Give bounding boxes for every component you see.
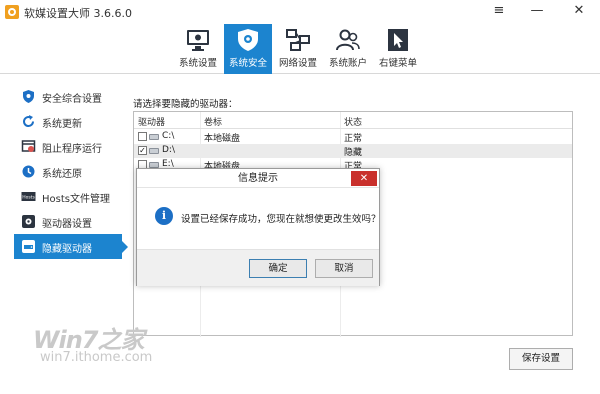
sidebar-item-drive-settings[interactable]: 驱动器设置 [14,209,122,234]
table-row[interactable]: ✓ D:\ 隐藏 [134,144,572,158]
drive-settings-icon [22,215,35,228]
table-header: 驱动器 卷标 状态 [134,112,572,129]
menu-button[interactable]: ≡ [488,2,510,20]
sidebar-item-system-restore[interactable]: 系统还原 [14,159,122,184]
drive-letter: C:\ [162,131,175,141]
sidebar-item-block-program[interactable]: 阻止程序运行 [14,134,122,159]
save-settings-button[interactable]: 保存设置 [509,348,573,370]
tab-context-menu[interactable]: 右键菜单 [374,24,422,74]
table-row[interactable]: C:\ 本地磁盘 正常 [134,130,572,144]
block-program-icon [21,140,36,152]
monitor-gear-icon [187,30,209,51]
app-logo-icon [5,5,19,19]
tab-system-settings[interactable]: 系统设置 [174,24,222,74]
dialog-close-button[interactable]: ✕ [351,171,377,186]
hosts-icon: Hosts [21,192,36,201]
sidebar: 安全综合设置 系统更新 阻止程序运行 系统还原 Hosts Hosts文件管理 … [14,84,128,259]
drive-letter: D:\ [162,145,175,155]
drive-prompt: 请选择要隐藏的驱动器： [133,99,238,110]
hide-drive-icon [22,240,35,253]
tab-system-accounts[interactable]: 系统账户 [324,24,372,74]
cancel-button[interactable]: 取消 [315,259,373,278]
drive-checkbox[interactable]: ✓ [138,146,147,155]
sidebar-item-label: 系统还原 [42,169,82,180]
restore-icon [22,165,35,178]
refresh-icon [23,115,35,128]
drive-status: 隐藏 [344,148,363,158]
sidebar-item-label: 阻止程序运行 [42,144,102,155]
main-toolbar: 系统设置 系统安全 网络设置 系统账户 右键菜单 [0,24,600,74]
info-dialog: 信息提示 ✕ i 设置已经保存成功，您现在就想使更改生效吗？ 确定 取消 [136,168,381,286]
sidebar-item-hosts[interactable]: Hosts Hosts文件管理 [14,184,122,209]
sidebar-item-security-overview[interactable]: 安全综合设置 [14,84,122,109]
tab-label: 系统账户 [328,58,367,69]
sidebar-item-label: 驱动器设置 [42,219,92,230]
cursor-menu-icon [388,29,408,51]
dialog-footer: 确定 取消 [137,249,379,286]
sidebar-item-system-update[interactable]: 系统更新 [14,109,122,134]
sidebar-item-hide-drive[interactable]: 隐藏驱动器 [14,234,128,259]
confirm-button[interactable]: 确定 [249,259,307,278]
tab-network-settings[interactable]: 网络设置 [274,24,322,74]
column-header-drive[interactable]: 驱动器 [138,115,165,128]
drive-status: 正常 [344,134,363,144]
volume-label: 本地磁盘 [204,134,241,144]
minimize-button[interactable]: — [526,2,548,20]
hard-drive-icon [149,134,159,140]
tab-label: 系统安全 [228,58,267,69]
drive-checkbox[interactable] [138,132,147,141]
svg-text:Hosts: Hosts [22,195,35,201]
close-window-button[interactable]: ✕ [568,2,590,20]
users-icon [336,29,360,51]
shield-gear-icon [238,29,258,51]
hard-drive-icon [149,148,159,154]
sidebar-item-label: 安全综合设置 [42,94,102,105]
shield-icon [23,90,34,103]
title-bar: 软媒设置大师 3.6.6.0 ≡ — ✕ [0,0,600,24]
sidebar-item-label: 隐藏驱动器 [42,244,92,255]
column-header-status[interactable]: 状态 [344,115,362,128]
tab-label: 右键菜单 [378,58,417,69]
watermark-url: win7.ithome.com [40,350,153,365]
network-icon [286,29,310,51]
sidebar-item-label: 系统更新 [42,119,82,130]
sidebar-item-label: Hosts文件管理 [42,194,110,205]
dialog-message: 设置已经保存成功，您现在就想使更改生效吗？ [181,214,381,225]
column-header-label[interactable]: 卷标 [204,115,222,128]
info-icon: i [155,207,173,225]
tab-label: 网络设置 [278,58,317,69]
dialog-title: 信息提示 [137,169,379,188]
tab-system-security[interactable]: 系统安全 [224,24,272,74]
tab-label: 系统设置 [178,58,217,69]
app-title: 软媒设置大师 3.6.6.0 [24,7,132,20]
